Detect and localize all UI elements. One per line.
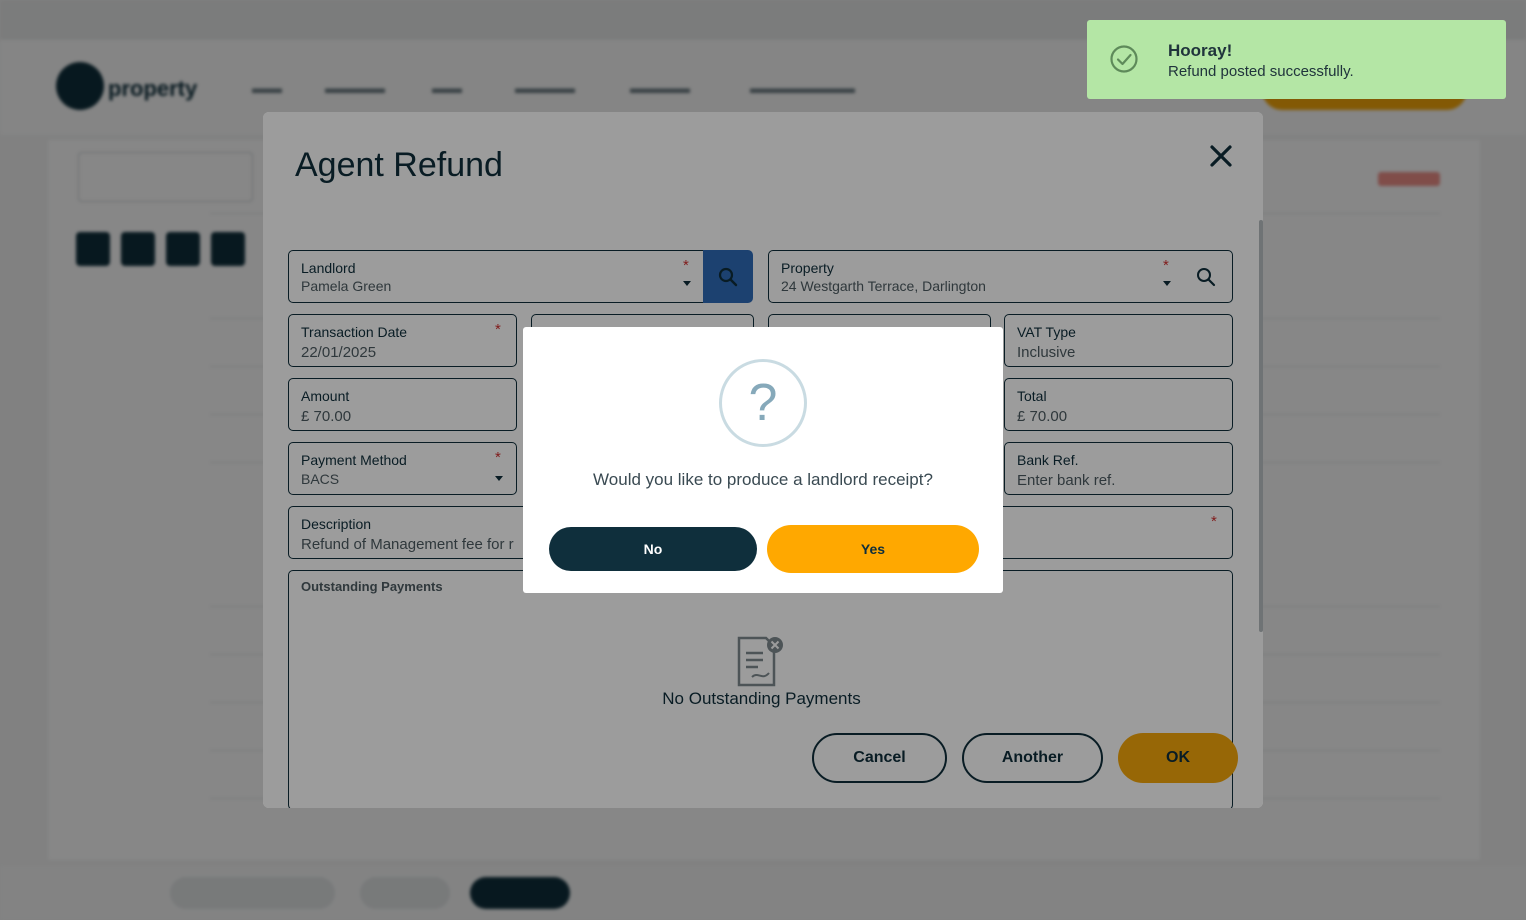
toast-message: Refund posted successfully. [1168,63,1354,80]
no-button[interactable]: No [549,527,757,571]
success-toast[interactable]: Hooray! Refund posted successfully. [1087,20,1506,99]
yes-button[interactable]: Yes [767,525,979,573]
check-circle-icon [1110,45,1138,73]
confirm-message: Would you like to produce a landlord rec… [593,470,933,489]
question-icon: ? [719,359,807,447]
receipt-confirm-dialog: ? Would you like to produce a landlord r… [523,327,1003,593]
toast-title: Hooray! [1168,41,1233,60]
